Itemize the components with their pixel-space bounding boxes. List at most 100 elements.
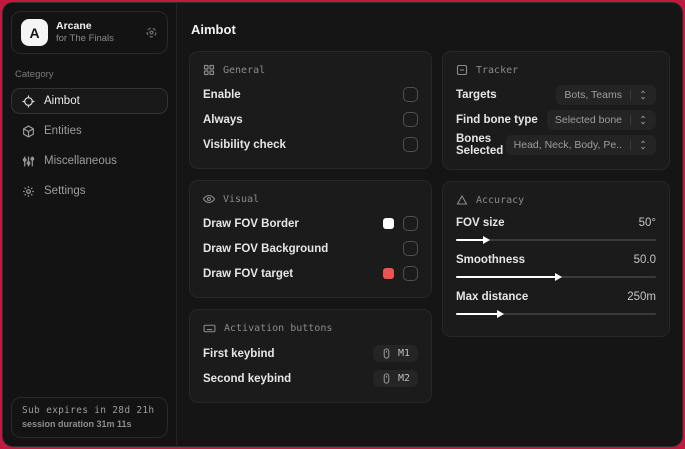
sidebar-item-miscellaneous[interactable]: Miscellaneous — [11, 148, 168, 174]
setting-row-draw-fov-background: Draw FOV Background — [203, 237, 418, 260]
sliders-icon — [22, 155, 35, 168]
sync-icon[interactable] — [145, 26, 158, 39]
smoothness-slider[interactable] — [456, 273, 656, 281]
app-window: A Arcane for The Finals Category Aimbot … — [2, 2, 683, 447]
crosshair-icon — [22, 95, 35, 108]
setting-label: Max distance — [456, 291, 529, 303]
brand-name: Arcane — [56, 20, 92, 32]
category-label: Category — [15, 69, 54, 80]
brand-logo: A — [21, 19, 48, 46]
setting-label: FOV size — [456, 217, 505, 229]
always-checkbox[interactable] — [403, 112, 418, 127]
category-nav: Aimbot Entities Miscellaneous Settings — [11, 88, 168, 204]
setting-row-smoothness: Smoothness 50.0 — [456, 250, 656, 281]
find-bone-type-select[interactable]: Selected bone — [546, 109, 656, 130]
keyboard-icon — [203, 322, 216, 335]
draw-fov-background-checkbox[interactable] — [403, 241, 418, 256]
enable-checkbox[interactable] — [403, 87, 418, 102]
setting-label: Enable — [203, 88, 241, 101]
mouse-icon — [381, 373, 392, 384]
color-swatch-fov-target[interactable] — [383, 268, 394, 279]
sidebar-item-entities[interactable]: Entities — [11, 118, 168, 144]
gear-icon — [22, 185, 35, 198]
sidebar-item-label: Entities — [44, 125, 82, 137]
setting-row-first-keybind: First keybind M1 — [203, 342, 418, 365]
sidebar-item-settings[interactable]: Settings — [11, 178, 168, 204]
setting-row-targets: Targets Bots, Teams — [456, 83, 656, 106]
select-value: Head, Neck, Body, Pe.. — [513, 139, 622, 151]
keybind-value: M1 — [397, 348, 410, 359]
mouse-icon — [381, 348, 392, 359]
slider-thumb[interactable] — [497, 310, 504, 318]
panel-title-text: Tracker — [476, 64, 519, 76]
expand-icon — [630, 114, 648, 125]
triangle-icon — [456, 194, 468, 206]
setting-label: Smoothness — [456, 254, 526, 266]
slider-value: 50.0 — [633, 254, 656, 266]
panel-title-text: Activation buttons — [224, 323, 333, 334]
select-value: Bots, Teams — [564, 88, 622, 101]
grid-icon — [203, 64, 215, 76]
sidebar-item-aimbot[interactable]: Aimbot — [11, 88, 168, 114]
panel-tracker: Tracker Targets Bots, Teams Find bone ty… — [442, 51, 670, 170]
setting-label: Draw FOV target — [203, 267, 294, 280]
keybind-value: M2 — [397, 373, 410, 384]
setting-row-fov-size: FOV size 50° — [456, 213, 656, 244]
sidebar: A Arcane for The Finals Category Aimbot … — [3, 3, 177, 446]
expand-icon — [630, 89, 648, 100]
max-distance-slider[interactable] — [456, 310, 656, 318]
setting-row-bones-selected: Bones Selected Head, Neck, Body, Pe.. — [456, 133, 656, 157]
first-keybind-button[interactable]: M1 — [372, 345, 418, 362]
eye-icon — [203, 193, 215, 205]
setting-label: Second keybind — [203, 372, 292, 385]
panel-title-text: Visual — [223, 193, 260, 205]
subscription-info-card: Sub expires in 28d 21h session duration … — [11, 397, 168, 438]
setting-row-find-bone-type: Find bone type Selected bone — [456, 108, 656, 131]
setting-row-visibility-check: Visibility check — [203, 133, 418, 156]
panel-title-text: General — [223, 64, 266, 76]
setting-row-second-keybind: Second keybind M2 — [203, 367, 418, 390]
panel-accuracy: Accuracy FOV size 50° Smoothness 50.0 Ma… — [442, 181, 670, 337]
slider-thumb[interactable] — [555, 273, 562, 281]
sidebar-item-label: Settings — [44, 185, 86, 197]
setting-row-enable: Enable — [203, 83, 418, 106]
setting-label: Always — [203, 113, 243, 126]
setting-row-draw-fov-target: Draw FOV target — [203, 262, 418, 285]
cube-icon — [22, 124, 35, 138]
setting-label: Draw FOV Background — [203, 242, 329, 255]
setting-row-always: Always — [203, 108, 418, 131]
setting-label: Visibility check — [203, 138, 286, 151]
color-swatch-fov-border[interactable] — [383, 218, 394, 229]
setting-label: Draw FOV Border — [203, 217, 299, 230]
slider-value: 250m — [627, 291, 656, 303]
sub-expiry-text: Sub expires in 28d 21h — [22, 405, 155, 416]
panel-activation-buttons: Activation buttons First keybind M1 Seco… — [189, 309, 432, 403]
setting-row-max-distance: Max distance 250m — [456, 287, 656, 318]
panel-general: General Enable Always Visibility check — [189, 51, 432, 169]
select-value: Selected bone — [554, 113, 622, 126]
sidebar-item-label: Miscellaneous — [44, 155, 117, 167]
setting-label: First keybind — [203, 347, 275, 360]
setting-label: Find bone type — [456, 113, 538, 126]
brand-card: A Arcane for The Finals — [11, 11, 168, 54]
sidebar-item-label: Aimbot — [44, 95, 80, 107]
setting-label: Bones Selected — [456, 133, 504, 157]
targets-select[interactable]: Bots, Teams — [556, 84, 656, 105]
panel-visual: Visual Draw FOV Border Draw FOV Backgrou… — [189, 180, 432, 298]
expand-icon — [630, 140, 648, 150]
target-box-icon — [456, 64, 468, 76]
session-duration-text: session duration 31m 11s — [22, 419, 132, 429]
brand-subtitle: for The Finals — [56, 33, 114, 45]
visibility-check-checkbox[interactable] — [403, 137, 418, 152]
second-keybind-button[interactable]: M2 — [372, 370, 418, 387]
slider-value: 50° — [638, 217, 656, 229]
draw-fov-target-checkbox[interactable] — [403, 266, 418, 281]
setting-row-draw-fov-border: Draw FOV Border — [203, 212, 418, 235]
fov-size-slider[interactable] — [456, 236, 656, 244]
setting-label: Targets — [456, 88, 497, 101]
slider-thumb[interactable] — [483, 236, 490, 244]
draw-fov-border-checkbox[interactable] — [403, 216, 418, 231]
page-title: Aimbot — [191, 22, 236, 37]
panel-title-text: Accuracy — [476, 194, 525, 206]
bones-selected-select[interactable]: Head, Neck, Body, Pe.. — [505, 135, 656, 155]
